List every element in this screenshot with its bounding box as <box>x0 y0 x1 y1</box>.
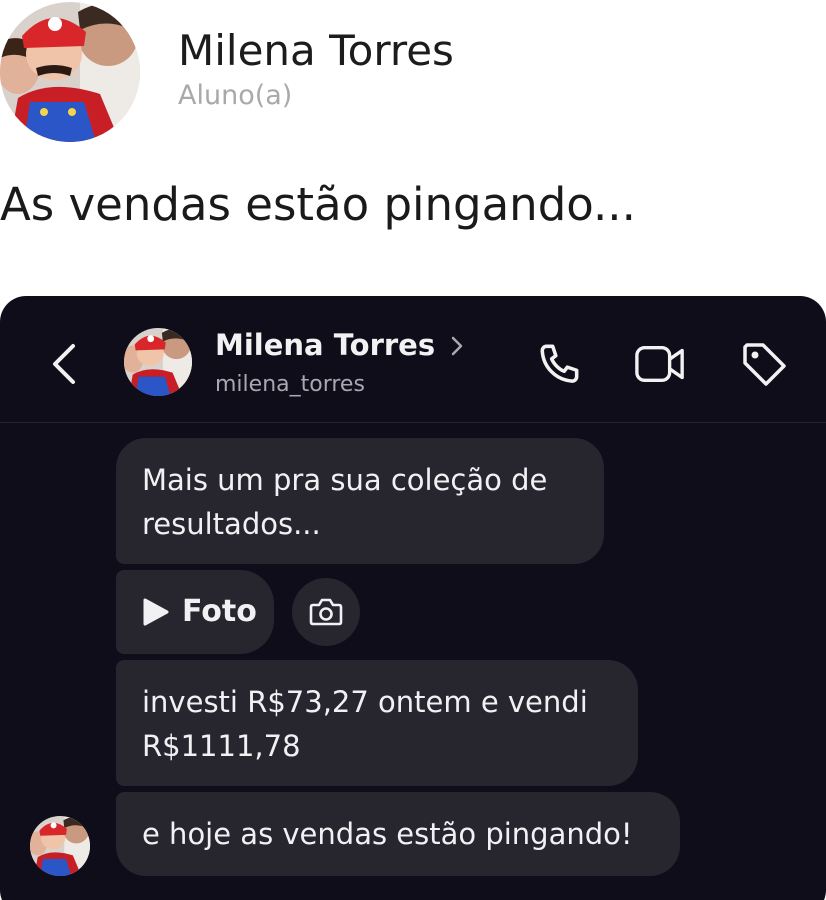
back-chevron-icon[interactable] <box>46 340 82 388</box>
message-bubble[interactable]: investi R$73,27 ontem e vendi R$1111,78 <box>116 660 638 786</box>
message-bubble[interactable]: Mais um pra sua coleção de resultados... <box>116 438 604 564</box>
tag-icon[interactable] <box>738 338 790 390</box>
play-icon <box>142 597 170 627</box>
message-bubble[interactable]: e hoje as vendas estão pingando! <box>116 792 680 876</box>
camera-icon[interactable] <box>292 578 360 646</box>
chat-contact-handle: milena_torres <box>215 372 365 397</box>
profile-avatar[interactable] <box>0 2 140 142</box>
profile-name[interactable]: Milena Torres <box>178 26 454 75</box>
post-page: Milena Torres Aluno(a) As vendas estão p… <box>0 0 826 900</box>
chat-screenshot: Milena Torres milena_torres Mais um pra … <box>0 296 826 900</box>
chat-contact-name[interactable]: Milena Torres <box>215 328 435 362</box>
chevron-right-icon[interactable] <box>448 332 466 360</box>
chat-header: Milena Torres milena_torres <box>0 296 826 423</box>
post-text: As vendas estão pingando... <box>0 178 636 231</box>
photo-message[interactable]: Foto <box>116 570 274 654</box>
photo-label: Foto <box>182 594 257 629</box>
chat-avatar[interactable] <box>124 328 192 396</box>
sender-avatar[interactable] <box>30 816 90 876</box>
phone-icon[interactable] <box>534 338 586 390</box>
video-camera-icon[interactable] <box>634 338 686 390</box>
profile-role: Aluno(a) <box>178 80 293 111</box>
